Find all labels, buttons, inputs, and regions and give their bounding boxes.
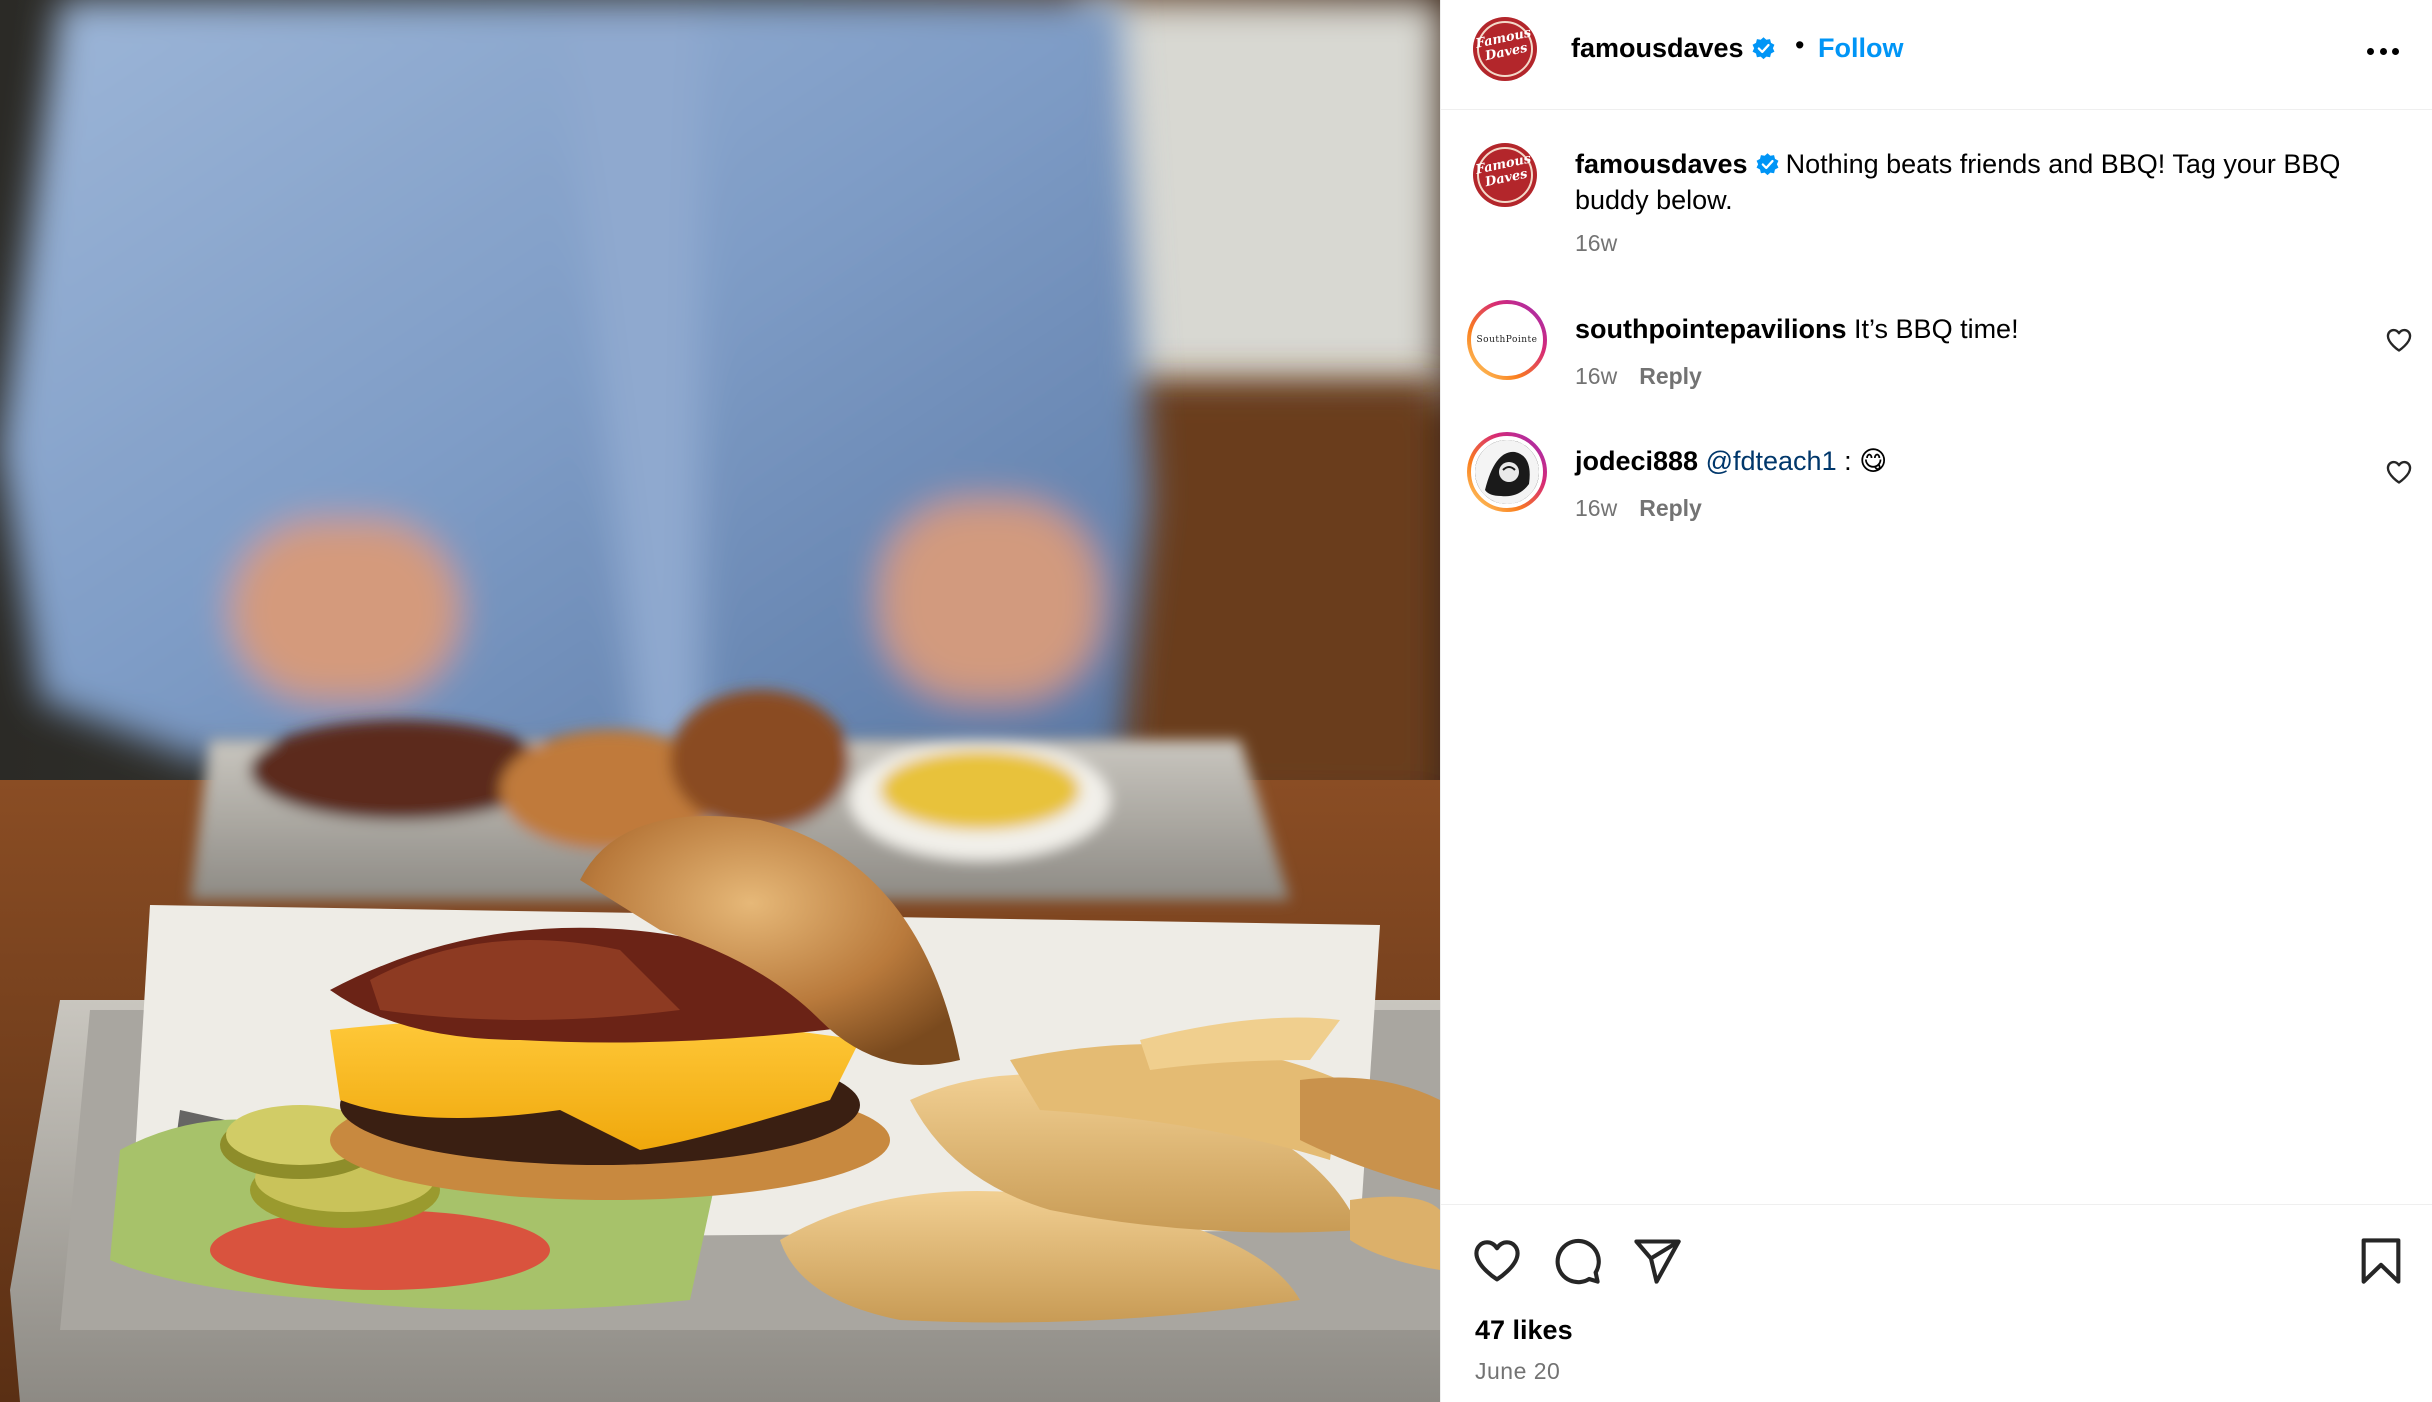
bookmark-icon[interactable] [2355, 1235, 2407, 1287]
like-comment-heart-icon[interactable] [2385, 326, 2413, 354]
post-date[interactable]: June 20 [1475, 1358, 1560, 1385]
caption-username[interactable]: famousdaves [1575, 149, 1748, 179]
comment-body: : 😋 [1836, 446, 1888, 476]
verified-badge-icon [1756, 153, 1779, 176]
comment-bubble-icon[interactable] [1551, 1235, 1603, 1287]
header-separator: • [1795, 30, 1805, 60]
reply-button[interactable]: Reply [1639, 363, 1702, 389]
like-count[interactable]: 47 likes [1475, 1315, 1573, 1346]
jodeci-avatar-image [1475, 440, 1539, 504]
paper-plane-icon[interactable] [1631, 1235, 1683, 1287]
comment-mention-link[interactable]: @fdteach1 [1706, 446, 1837, 476]
post-photo[interactable] [0, 0, 1440, 1402]
reply-button[interactable]: Reply [1639, 495, 1702, 521]
comment-timestamp[interactable]: 16w [1575, 363, 1617, 389]
heart-icon[interactable] [1471, 1235, 1523, 1287]
caption-author-avatar[interactable]: Famous Daves [1473, 143, 1537, 207]
caption-text-block: famousdaves Nothing beats friends and BBQ… [1575, 146, 2355, 218]
comment-username[interactable]: southpointepavilions [1575, 314, 1847, 344]
more-options-icon[interactable] [2363, 36, 2403, 66]
comment-item: jodeci888 @fdteach1 : 😋 16w Reply [1441, 432, 2432, 532]
comment-item: SouthPointe southpointepavilions It’s BB… [1441, 300, 2432, 400]
post-actions-footer: 47 likes June 20 [1441, 1204, 2432, 1402]
comment-text: jodeci888 @fdteach1 : 😋 [1575, 444, 1887, 478]
verified-badge-icon [1752, 37, 1775, 60]
author-avatar[interactable]: Famous Daves [1473, 17, 1537, 81]
comment-text: southpointepavilions It’s BBQ time! [1575, 312, 2019, 346]
comment-username[interactable]: jodeci888 [1575, 446, 1698, 476]
comment-timestamp[interactable]: 16w [1575, 495, 1617, 521]
comment-avatar[interactable] [1467, 432, 1547, 512]
caption-timestamp[interactable]: 16w [1575, 230, 1617, 257]
follow-button[interactable]: Follow [1818, 33, 1903, 64]
comment-meta: 16w Reply [1575, 495, 1702, 522]
comment-body: It’s BBQ time! [1854, 314, 2019, 344]
post-sidebar: Famous Daves famousdaves • Follow Famous D… [1440, 0, 2432, 1402]
comment-avatar[interactable]: SouthPointe [1467, 300, 1547, 380]
like-comment-heart-icon[interactable] [2385, 458, 2413, 486]
bbq-burger-photo [0, 0, 1440, 1402]
comment-meta: 16w Reply [1575, 363, 1702, 390]
author-username[interactable]: famousdaves [1571, 33, 1776, 64]
southpointe-logo: SouthPointe [1476, 335, 1538, 345]
post-header: Famous Daves famousdaves • Follow [1441, 0, 2432, 110]
